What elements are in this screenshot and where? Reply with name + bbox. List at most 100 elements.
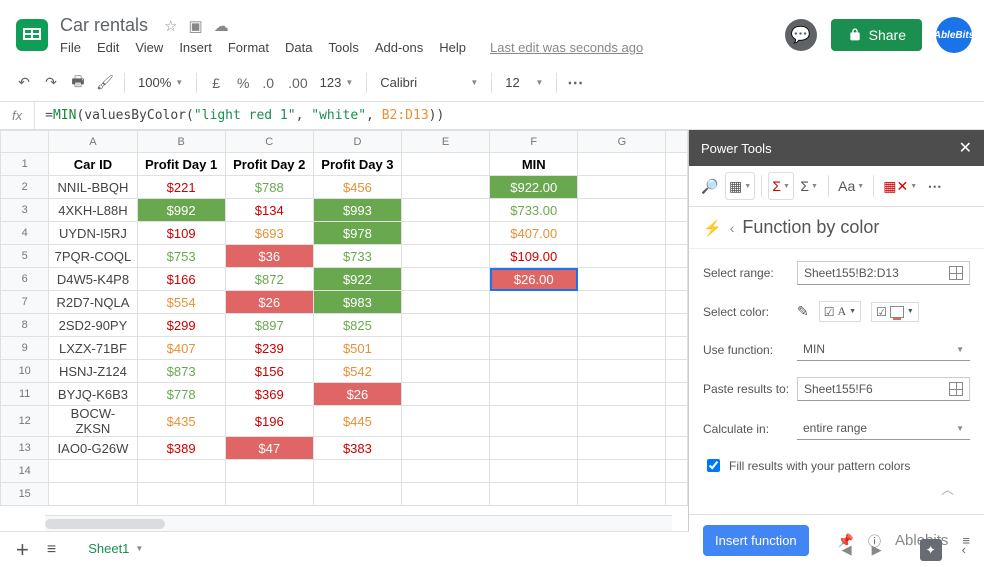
cell[interactable]: $693 bbox=[225, 222, 313, 245]
cell[interactable] bbox=[402, 314, 490, 337]
cell[interactable]: Profit Day 2 bbox=[225, 153, 313, 176]
formula-input[interactable]: =MIN(valuesByColor("light red 1", "white… bbox=[35, 108, 984, 123]
menu-help[interactable]: Help bbox=[439, 40, 466, 55]
cell[interactable] bbox=[578, 483, 666, 506]
cell[interactable]: $156 bbox=[225, 360, 313, 383]
move-icon[interactable]: ▣ bbox=[189, 18, 203, 35]
cell[interactable]: $47 bbox=[225, 437, 313, 460]
cell[interactable]: $778 bbox=[137, 383, 225, 406]
cell[interactable] bbox=[313, 483, 401, 506]
cell[interactable]: $733 bbox=[313, 245, 401, 268]
cell[interactable] bbox=[578, 176, 666, 199]
cell[interactable]: $993 bbox=[313, 199, 401, 222]
cell[interactable] bbox=[578, 314, 666, 337]
cell[interactable] bbox=[49, 483, 137, 506]
row-header[interactable]: 8 bbox=[1, 314, 49, 337]
cell[interactable]: $788 bbox=[225, 176, 313, 199]
panel-tool-sigma[interactable]: Σ▼ bbox=[796, 172, 822, 200]
cell[interactable] bbox=[490, 437, 578, 460]
cell[interactable] bbox=[402, 268, 490, 291]
cell[interactable]: $383 bbox=[313, 437, 401, 460]
cell[interactable] bbox=[313, 460, 401, 483]
cell[interactable]: $221 bbox=[137, 176, 225, 199]
row-header[interactable]: 10 bbox=[1, 360, 49, 383]
cell[interactable] bbox=[225, 460, 313, 483]
menu-insert[interactable]: Insert bbox=[179, 40, 212, 55]
print-button[interactable]: 🖶 bbox=[66, 70, 90, 96]
col-header[interactable]: A bbox=[49, 131, 137, 153]
currency-button[interactable]: £ bbox=[204, 70, 228, 96]
panel-tool-sigma-red[interactable]: Σ▼ bbox=[768, 172, 794, 200]
cell[interactable] bbox=[490, 291, 578, 314]
cell[interactable] bbox=[402, 460, 490, 483]
cell[interactable] bbox=[490, 460, 578, 483]
font-select[interactable]: Calibri▼ bbox=[374, 75, 484, 90]
row-header[interactable]: 14 bbox=[1, 460, 49, 483]
cell[interactable]: $369 bbox=[225, 383, 313, 406]
number-format-select[interactable]: 123▼ bbox=[314, 75, 360, 90]
menu-data[interactable]: Data bbox=[285, 40, 312, 55]
cell[interactable]: D4W5-K4P8 bbox=[49, 268, 137, 291]
cell[interactable]: $435 bbox=[137, 406, 225, 437]
cell[interactable] bbox=[578, 199, 666, 222]
percent-button[interactable]: % bbox=[231, 70, 255, 96]
cell[interactable] bbox=[578, 268, 666, 291]
cell[interactable] bbox=[578, 291, 666, 314]
zoom-select[interactable]: 100%▼ bbox=[132, 75, 189, 90]
row-header[interactable]: 9 bbox=[1, 337, 49, 360]
cell[interactable]: NNIL-BBQH bbox=[49, 176, 137, 199]
row-header[interactable]: 2 bbox=[1, 176, 49, 199]
menu-format[interactable]: Format bbox=[228, 40, 269, 55]
cell[interactable] bbox=[402, 199, 490, 222]
cell[interactable] bbox=[402, 383, 490, 406]
account-avatar[interactable]: AbleBits bbox=[936, 17, 972, 53]
tab-nav-right[interactable]: ▶ bbox=[872, 542, 882, 558]
panel-tool-table[interactable]: ▦▼ bbox=[725, 172, 755, 200]
cell[interactable] bbox=[578, 406, 666, 437]
font-color-toggle[interactable]: ☑A▼ bbox=[819, 301, 861, 322]
cell[interactable] bbox=[490, 483, 578, 506]
cell[interactable]: HSNJ-Z124 bbox=[49, 360, 137, 383]
col-header[interactable]: C bbox=[225, 131, 313, 153]
cell[interactable]: 2SD2-90PY bbox=[49, 314, 137, 337]
cell[interactable] bbox=[137, 483, 225, 506]
cell[interactable] bbox=[578, 460, 666, 483]
cell[interactable]: 4XKH-L88H bbox=[49, 199, 137, 222]
row-header[interactable]: 4 bbox=[1, 222, 49, 245]
explore-button[interactable]: ✦ bbox=[920, 539, 942, 561]
cell[interactable] bbox=[578, 153, 666, 176]
cell[interactable] bbox=[578, 360, 666, 383]
cell[interactable] bbox=[578, 437, 666, 460]
cell[interactable] bbox=[402, 483, 490, 506]
decrease-decimal-button[interactable]: .0 bbox=[258, 70, 282, 96]
cell[interactable] bbox=[402, 337, 490, 360]
cell[interactable] bbox=[402, 437, 490, 460]
cell[interactable]: $753 bbox=[137, 245, 225, 268]
cell[interactable] bbox=[578, 383, 666, 406]
collapse-icon[interactable]: ︿ bbox=[703, 475, 970, 502]
cell[interactable] bbox=[402, 406, 490, 437]
cell[interactable]: $407 bbox=[137, 337, 225, 360]
cell[interactable]: Profit Day 1 bbox=[137, 153, 225, 176]
eyedropper-icon[interactable]: ✎ bbox=[797, 303, 809, 320]
row-header[interactable]: 12 bbox=[1, 406, 49, 437]
menu-file[interactable]: File bbox=[60, 40, 81, 55]
comments-button[interactable]: 💬 bbox=[785, 19, 817, 51]
col-header[interactable]: D bbox=[313, 131, 401, 153]
cell[interactable]: UYDN-I5RJ bbox=[49, 222, 137, 245]
cell[interactable]: $922.00 bbox=[490, 176, 578, 199]
select-range-input[interactable]: Sheet155!B2:D13 bbox=[797, 261, 970, 285]
cell[interactable] bbox=[666, 483, 688, 506]
star-icon[interactable]: ☆ bbox=[164, 18, 177, 35]
cell[interactable] bbox=[225, 483, 313, 506]
cell[interactable]: $36 bbox=[225, 245, 313, 268]
more-toolbar-button[interactable]: ⋯ bbox=[564, 70, 588, 96]
cell[interactable]: 7PQR-COQL bbox=[49, 245, 137, 268]
cell[interactable]: $109.00 bbox=[490, 245, 578, 268]
cell[interactable]: $456 bbox=[313, 176, 401, 199]
cell[interactable]: $501 bbox=[313, 337, 401, 360]
cell[interactable] bbox=[402, 291, 490, 314]
cell[interactable]: MIN bbox=[490, 153, 578, 176]
fill-results-checkbox[interactable] bbox=[707, 459, 720, 472]
sheets-logo[interactable] bbox=[12, 15, 52, 55]
